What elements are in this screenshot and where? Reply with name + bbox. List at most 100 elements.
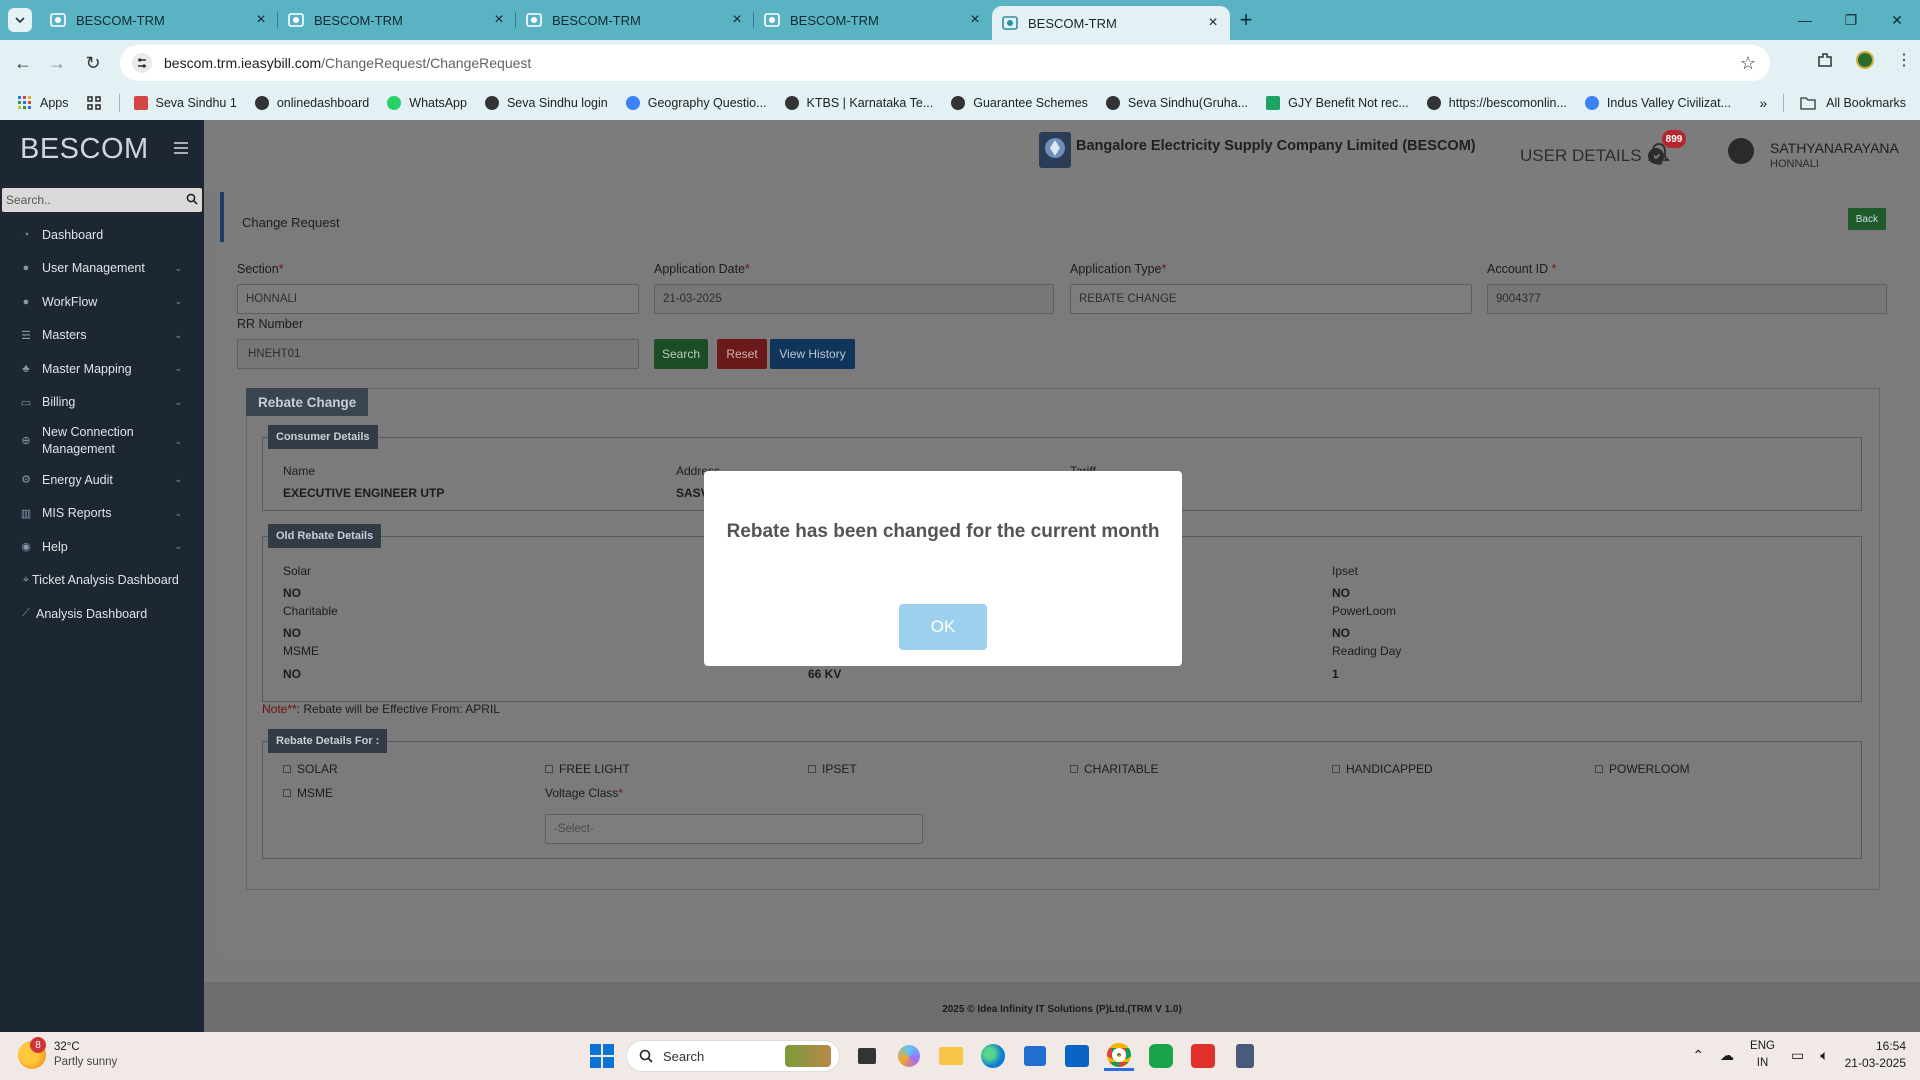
search-button[interactable]: Search (654, 339, 708, 369)
file-explorer-icon[interactable] (936, 1041, 966, 1071)
bookmark-item[interactable]: Guarantee Schemes (951, 96, 1088, 110)
bookmark-grid[interactable] (86, 96, 101, 110)
outlook-icon[interactable] (1062, 1041, 1092, 1071)
bookmark-item[interactable]: https://bescomonlin... (1426, 96, 1567, 110)
system-clock[interactable]: 16:54 21-03-2025 (1845, 1038, 1906, 1072)
language-indicator[interactable]: ENG IN (1750, 1038, 1775, 1072)
minimize-button[interactable]: — (1782, 0, 1828, 40)
browser-tab-active[interactable]: BESCOM-TRM × (992, 6, 1230, 40)
account-id-field[interactable]: 9004377 (1487, 284, 1887, 314)
bookmark-item[interactable]: onlinedashboard (254, 96, 369, 110)
bookmark-apps[interactable]: Apps (18, 96, 69, 110)
tab-close-icon[interactable]: × (730, 11, 744, 28)
window-close-button[interactable]: ✕ (1874, 0, 1920, 40)
checkbox-box[interactable] (1595, 765, 1603, 773)
checkbox-box[interactable] (283, 789, 291, 797)
restore-button[interactable]: ❐ (1828, 0, 1874, 40)
volume-icon[interactable]: 🔈︎ (1820, 1047, 1828, 1064)
browser-tab[interactable]: BESCOM-TRM × (278, 0, 516, 40)
application-date-field[interactable]: 21-03-2025 (654, 284, 1054, 314)
powerloom-checkbox[interactable]: POWERLOOM (1595, 762, 1690, 776)
hamburger-menu-icon[interactable] (174, 142, 188, 157)
bookmark-item[interactable]: GJY Benefit Not rec... (1266, 96, 1409, 110)
sidebar-item-help[interactable]: ◉ Help ⌄ (0, 530, 204, 564)
browser-tab[interactable]: BESCOM-TRM × (40, 0, 278, 40)
edge-browser-icon[interactable] (978, 1041, 1008, 1071)
kebab-menu-icon[interactable]: ⋮ (1896, 50, 1912, 70)
checkbox-box[interactable] (545, 765, 553, 773)
sidebar-item-user-management[interactable]: ● User Management ⌄ (0, 252, 204, 286)
task-view-icon[interactable] (852, 1041, 882, 1071)
taskbar-search[interactable]: Search (626, 1040, 840, 1072)
checkbox-box[interactable] (1070, 765, 1078, 773)
extensions-icon[interactable] (1816, 51, 1834, 69)
rr-number-field[interactable]: HNEHT01 (237, 339, 639, 369)
bookmark-item[interactable]: Seva Sindhu(Gruha... (1105, 96, 1248, 110)
tab-close-icon[interactable]: × (968, 11, 982, 28)
user-details-dropdown[interactable]: USER DETAILS (1520, 146, 1664, 166)
solar-checkbox[interactable]: SOLAR (283, 762, 338, 776)
back-button[interactable]: Back (1847, 208, 1886, 230)
charitable-checkbox[interactable]: CHARITABLE (1070, 762, 1158, 776)
search-icon[interactable] (186, 193, 198, 205)
bookmark-item[interactable]: WhatsApp (387, 96, 467, 110)
ipset-checkbox[interactable]: IPSET (808, 762, 857, 776)
bookmark-item[interactable]: KTBS | Karnataka Te... (784, 96, 933, 110)
view-history-button[interactable]: View History (770, 339, 855, 369)
sidebar-item-new-connection[interactable]: ⊕ New Connection Management ⌄ (0, 419, 204, 463)
msme-checkbox[interactable]: MSME (283, 786, 333, 800)
back-arrow-icon[interactable]: ← (10, 50, 36, 76)
sidebar-item-dashboard[interactable]: ◔ Dashboard (0, 218, 204, 252)
bookmark-star-icon[interactable]: ☆ (1740, 53, 1756, 74)
chrome-icon[interactable] (1104, 1041, 1134, 1071)
application-type-select[interactable]: REBATE CHANGE (1070, 284, 1472, 314)
reset-button[interactable]: Reset (717, 339, 767, 369)
sidebar-search-input[interactable]: Search.. (2, 188, 202, 212)
browser-tab[interactable]: BESCOM-TRM × (516, 0, 754, 40)
avatar[interactable] (1728, 138, 1754, 164)
sidebar-item-ticket-analysis[interactable]: ⌖ Ticket Analysis Dashboard (0, 564, 204, 598)
download-app-icon[interactable] (1146, 1041, 1176, 1071)
sidebar-item-mis-reports[interactable]: ▥ MIS Reports ⌄ (0, 497, 204, 531)
copilot-icon[interactable] (894, 1041, 924, 1071)
tab-close-icon[interactable]: × (254, 11, 268, 28)
tab-search-button[interactable] (8, 8, 32, 32)
url-bar[interactable]: bescom.trm.ieasybill.com/ChangeRequest/C… (120, 45, 1770, 81)
bookmark-item[interactable]: Seva Sindhu login (484, 96, 608, 110)
section-select[interactable]: HONNALI (237, 284, 639, 314)
new-tab-button[interactable]: + (1230, 0, 1262, 40)
bookmark-item[interactable]: Geography Questio... (625, 96, 767, 110)
site-info-icon[interactable] (132, 53, 152, 73)
voltage-class-select[interactable]: -Select- (545, 814, 923, 844)
windows-start-icon[interactable] (590, 1044, 614, 1068)
cloud-offline-icon[interactable]: ☁ (1720, 1047, 1734, 1064)
more-bookmarks-icon[interactable]: » (1759, 95, 1767, 111)
sidebar-item-energy-audit[interactable]: ⚙ Energy Audit ⌄ (0, 463, 204, 497)
handicapped-checkbox[interactable]: HANDICAPPED (1332, 762, 1433, 776)
sidebar-item-master-mapping[interactable]: ♣ Master Mapping ⌄ (0, 352, 204, 386)
microsoft-store-icon[interactable] (1020, 1041, 1050, 1071)
checkbox-box[interactable] (283, 765, 291, 773)
weather-widget[interactable]: 8 32°C Partly sunny (18, 1037, 117, 1070)
forward-arrow-icon[interactable]: → (44, 50, 70, 76)
reload-icon[interactable]: ↻ (80, 50, 106, 76)
network-icon[interactable]: ▭ (1791, 1047, 1804, 1064)
sidebar-item-workflow[interactable]: ● WorkFlow ⌄ (0, 285, 204, 319)
tab-close-icon[interactable]: × (1206, 14, 1220, 31)
checkbox-box[interactable] (1332, 765, 1340, 773)
sidebar-item-masters[interactable]: ☰ Masters ⌄ (0, 319, 204, 353)
checkbox-box[interactable] (808, 765, 816, 773)
bookmark-item[interactable]: Indus Valley Civilizat... (1584, 96, 1731, 110)
sidebar-item-billing[interactable]: ▭ Billing ⌄ (0, 386, 204, 420)
chevron-up-icon[interactable]: ⌃ (1692, 1047, 1704, 1064)
ok-button[interactable]: OK (899, 604, 987, 650)
sidebar-item-analysis-dashboard[interactable]: ⟋ Analysis Dashboard (0, 597, 204, 631)
all-bookmarks[interactable]: All Bookmarks (1826, 96, 1906, 110)
bookmark-item[interactable]: Seva Sindhu 1 (133, 96, 237, 110)
calculator-icon[interactable] (1230, 1041, 1260, 1071)
profile-avatar[interactable] (1856, 51, 1874, 69)
browser-tab[interactable]: BESCOM-TRM × (754, 0, 992, 40)
free-light-checkbox[interactable]: FREE LIGHT (545, 762, 630, 776)
anydesk-icon[interactable] (1188, 1041, 1218, 1071)
tab-close-icon[interactable]: × (492, 11, 506, 28)
